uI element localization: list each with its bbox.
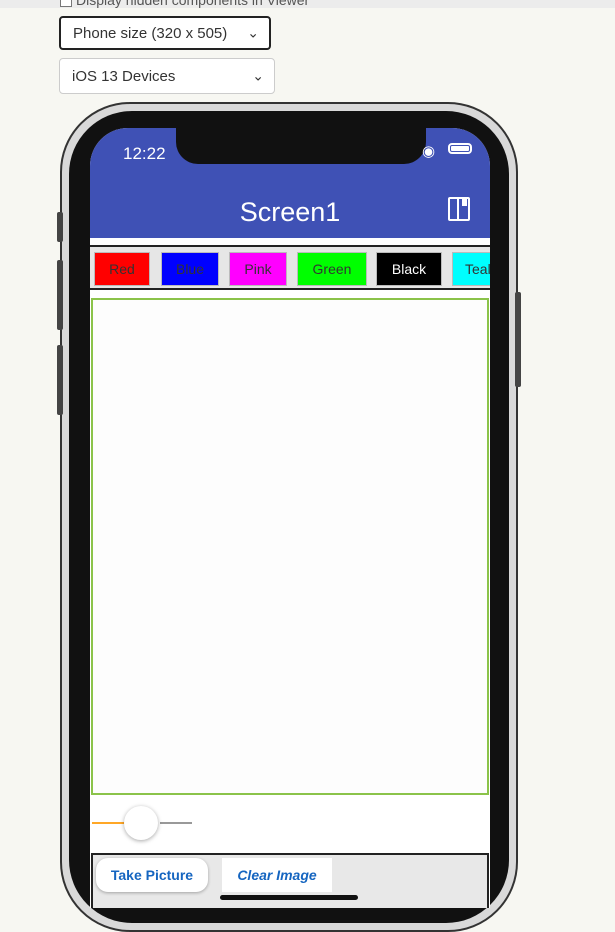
phone-size-value: Phone size (320 x 505): [73, 24, 228, 42]
screen-title: Screen1: [239, 197, 341, 227]
clear-image-label: Clear Image: [237, 867, 317, 883]
book-icon[interactable]: [448, 197, 470, 221]
phone-volume-down: [57, 345, 63, 415]
battery-icon: [448, 143, 472, 154]
chevron-down-icon: ⌄: [247, 24, 259, 41]
color-button-row: Red Blue Pink Green Black Teal: [90, 245, 490, 290]
color-button-red[interactable]: Red: [94, 252, 150, 286]
hidden-components-checkbox[interactable]: Display hidden components in Viewer: [60, 0, 309, 8]
color-button-label: Green: [312, 261, 352, 277]
color-button-black[interactable]: Black: [376, 252, 442, 286]
chevron-down-icon: ⌄: [252, 67, 264, 84]
color-button-pink[interactable]: Pink: [229, 252, 287, 286]
drawing-canvas[interactable]: [91, 298, 489, 795]
phone-screen: 12:22 ◉ Screen1 Red Blue Pink Green Blac…: [90, 128, 490, 908]
home-indicator: [220, 895, 358, 900]
take-picture-label: Take Picture: [110, 867, 194, 883]
status-time: 12:22: [123, 144, 166, 163]
take-picture-button[interactable]: Take Picture: [96, 858, 208, 892]
phone-size-select[interactable]: Phone size (320 x 505) ⌄: [59, 16, 271, 50]
color-button-teal[interactable]: Teal: [452, 252, 490, 286]
phone-power-button: [515, 292, 521, 387]
status-bar: 12:22 ◉: [90, 128, 490, 186]
wifi-icon: ◉: [422, 143, 436, 160]
phone-mute-switch: [57, 212, 63, 242]
slider-track-inactive[interactable]: [160, 822, 192, 824]
app-title-bar: Screen1: [90, 186, 490, 238]
phone-notch: [176, 128, 426, 164]
color-button-label: Teal: [465, 261, 490, 277]
color-button-label: Blue: [175, 261, 205, 277]
color-button-label: Black: [391, 261, 427, 277]
hidden-components-label: Display hidden components in Viewer: [76, 0, 310, 8]
slider-thumb[interactable]: [124, 806, 158, 840]
device-type-value: iOS 13 Devices: [72, 67, 176, 85]
phone-volume-up: [57, 260, 63, 330]
color-button-label: Red: [109, 261, 135, 277]
color-button-blue[interactable]: Blue: [161, 252, 219, 286]
clear-image-button[interactable]: Clear Image: [222, 858, 332, 892]
device-type-select[interactable]: iOS 13 Devices ⌄: [59, 58, 275, 94]
color-button-label: Pink: [244, 261, 272, 277]
checkbox-icon[interactable]: [60, 0, 72, 8]
color-button-green[interactable]: Green: [297, 252, 367, 286]
